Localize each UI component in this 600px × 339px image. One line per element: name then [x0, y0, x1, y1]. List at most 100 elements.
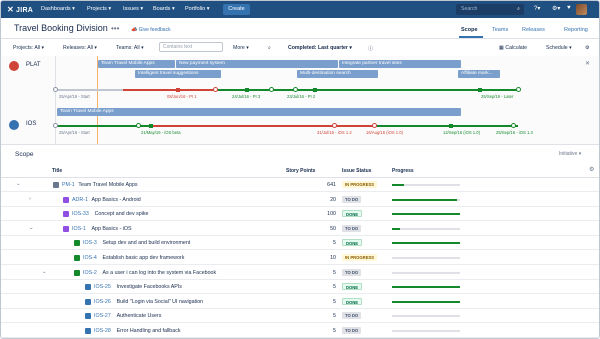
- avatar[interactable]: [576, 4, 587, 15]
- issue-key-link[interactable]: IOS-26: [94, 299, 111, 305]
- initiative-dropdown[interactable]: Initiative ▾: [559, 151, 581, 157]
- release-marker[interactable]: [516, 87, 521, 92]
- issue-key-link[interactable]: IOS-2: [83, 270, 97, 276]
- column-progress[interactable]: Progress: [392, 168, 414, 174]
- settings-icon[interactable]: ⚙▾: [552, 5, 560, 12]
- nav-issues[interactable]: Issues ▾: [123, 6, 143, 12]
- expand-toggle-icon[interactable]: ›: [29, 196, 31, 202]
- release-marker[interactable]: [293, 87, 298, 92]
- nav-projects[interactable]: Projects ▾: [87, 6, 111, 12]
- tab-reporting[interactable]: Reporting: [564, 27, 588, 33]
- release-label: 31/Jul/16 - iOS 1.2: [317, 130, 352, 135]
- close-icon[interactable]: ✕: [585, 60, 590, 67]
- nav-dashboards[interactable]: Dashboards ▾: [41, 6, 75, 12]
- calculate-button[interactable]: ▦ Calculate: [499, 45, 527, 51]
- issue-key-link[interactable]: ADR-1: [72, 197, 88, 203]
- release-label: 12/Sep/16 (iOS 1.0): [443, 130, 481, 135]
- help-icon[interactable]: ?▾: [534, 5, 540, 12]
- release-marker[interactable]: [372, 123, 377, 128]
- expand-toggle-icon[interactable]: ⌄: [42, 269, 47, 275]
- create-button[interactable]: Create: [223, 4, 250, 15]
- column-settings-icon[interactable]: ⚙: [589, 166, 594, 173]
- epic-bar[interactable]: New payment system: [176, 60, 338, 68]
- more-filter[interactable]: More ▾: [233, 45, 249, 51]
- issue-key-link[interactable]: IOS-27: [94, 313, 111, 319]
- projects-filter[interactable]: Projects: All ▾: [13, 45, 44, 51]
- progress-bar: [392, 300, 460, 303]
- info-icon[interactable]: ⓘ: [368, 45, 373, 52]
- issue-type-icon: [74, 240, 80, 247]
- issue-key-link[interactable]: IOS-25: [94, 284, 111, 290]
- milestone-marker[interactable]: [245, 88, 249, 92]
- issue-summary: Team Travel Mobile Apps: [78, 182, 138, 188]
- milestone-marker[interactable]: [478, 88, 482, 92]
- epic-bar[interactable]: Team Travel Mobile Apps: [57, 108, 461, 116]
- issue-key-link[interactable]: IOS-28: [94, 328, 111, 334]
- column-title[interactable]: Title: [52, 168, 62, 174]
- release-label: 23/Jul/16 - PI 2: [287, 94, 316, 99]
- table-row[interactable]: ⌄ IOS-2 As a user i can log into the syste…: [1, 266, 599, 280]
- releases-filter[interactable]: Releases: All ▾: [63, 45, 97, 51]
- milestone-marker[interactable]: [313, 88, 317, 92]
- table-row[interactable]: IOS-4 Establish basic app dev framework 10…: [1, 251, 599, 265]
- epic-bar[interactable]: Integrate partner travel sites: [339, 60, 461, 68]
- table-row[interactable]: ⌄ PM-1 Team Travel Mobile Apps 641 IN PROGRE…: [1, 178, 599, 192]
- table-row[interactable]: IOS-33 Concept and dev spike 100 DONE: [1, 207, 599, 222]
- start-marker: [55, 56, 56, 144]
- jira-logo[interactable]: ✕ JIRA: [7, 5, 33, 14]
- table-row[interactable]: ⌄ IOS-1 App Basics - iOS 50 TO DO: [1, 222, 599, 236]
- tab-scope[interactable]: Scope: [461, 27, 478, 33]
- release-marker[interactable]: [53, 87, 58, 92]
- issue-key-link[interactable]: PM-1: [62, 182, 75, 188]
- release-marker[interactable]: [332, 123, 337, 128]
- table-row[interactable]: IOS-3 Setup dev and and build environment…: [1, 236, 599, 251]
- release-marker[interactable]: [269, 87, 274, 92]
- tab-teams[interactable]: Teams: [492, 27, 508, 33]
- column-issue-status[interactable]: Issue Status: [342, 168, 371, 174]
- epic-bar[interactable]: Multi-destination search: [297, 70, 378, 78]
- release-marker[interactable]: [213, 87, 218, 92]
- table-row[interactable]: IOS-26 Build "Login via Social" UI naviga…: [1, 295, 599, 309]
- release-marker[interactable]: [511, 123, 516, 128]
- more-actions-button[interactable]: •••: [111, 24, 119, 33]
- status-badge: DONE: [342, 297, 363, 305]
- table-row[interactable]: IOS-28 Error Handling and fallback 5 TO DO: [1, 324, 599, 338]
- table-row[interactable]: IOS-27 Authenticate Users 5 TO DO: [1, 309, 599, 324]
- progress-bar-fill: [392, 286, 460, 289]
- release-marker[interactable]: [136, 123, 141, 128]
- progress-bar: [392, 330, 460, 332]
- notification-icon[interactable]: ♥: [567, 5, 571, 11]
- progress-bar-fill: [392, 198, 457, 201]
- divider: [1, 38, 599, 39]
- epic-bar[interactable]: Affiliate mark...: [458, 70, 500, 78]
- issue-key-link[interactable]: IOS-1: [72, 226, 86, 232]
- search-icon[interactable]: ⌕: [268, 45, 271, 52]
- issue-type-icon: [53, 182, 59, 188]
- contains-text-input[interactable]: Contains text: [159, 42, 223, 52]
- issue-key-link[interactable]: IOS-4: [83, 255, 97, 261]
- expand-toggle-icon[interactable]: ⌄: [29, 225, 34, 231]
- completed-filter[interactable]: Completed: Last quarter ▾: [288, 45, 352, 51]
- search-input[interactable]: Search ⌕: [456, 4, 524, 15]
- nav-boards[interactable]: Boards ▾: [153, 6, 175, 12]
- table-row[interactable]: IOS-25 Investigate Facebooks APIs 5 DONE: [1, 280, 599, 295]
- release-track-done: [374, 125, 518, 127]
- milestone-marker[interactable]: [149, 124, 153, 128]
- milestone-marker[interactable]: [449, 124, 453, 128]
- release-marker[interactable]: [53, 123, 58, 128]
- milestone-marker[interactable]: [176, 88, 180, 92]
- tab-releases[interactable]: Releases: [522, 27, 545, 33]
- issue-key-link[interactable]: IOS-3: [83, 240, 97, 246]
- issue-key-link[interactable]: IOS-33: [72, 211, 89, 217]
- expand-toggle-icon[interactable]: ⌄: [16, 181, 21, 187]
- give-feedback-link[interactable]: 📣 Give feedback: [131, 27, 171, 33]
- column-story-points[interactable]: Story Points: [286, 168, 315, 174]
- teams-filter[interactable]: Teams: All ▾: [116, 45, 144, 51]
- epic-bar[interactable]: Team Travel Mobile Apps: [98, 60, 175, 68]
- ios-project-icon: [9, 120, 19, 130]
- schedule-dropdown[interactable]: Schedule ▾: [546, 45, 572, 51]
- settings-icon[interactable]: ⚙: [585, 45, 590, 51]
- nav-portfolio[interactable]: Portfolio ▾: [185, 6, 209, 12]
- table-row[interactable]: › ADR-1 App Basics - Android 20 TO DO: [1, 193, 599, 207]
- epic-bar[interactable]: Intelligent travel suggestions: [135, 70, 221, 78]
